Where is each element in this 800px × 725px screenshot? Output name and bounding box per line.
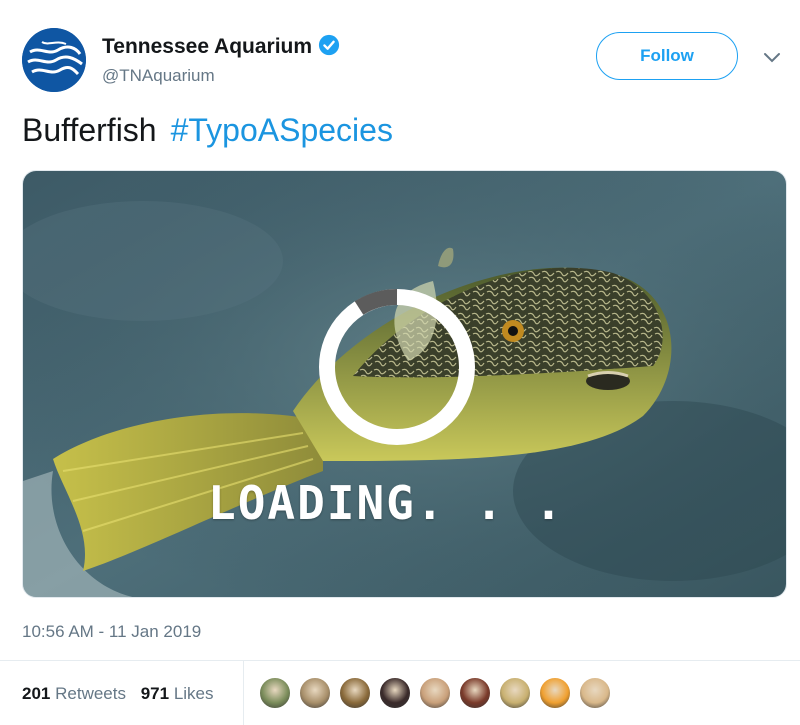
liker-avatar[interactable] (578, 676, 612, 710)
liker-avatar[interactable] (378, 676, 412, 710)
liker-avatar[interactable] (418, 676, 452, 710)
account-avatar[interactable] (22, 28, 86, 92)
loading-overlay-text: LOADING. . . (208, 476, 565, 530)
liker-avatar[interactable] (538, 676, 572, 710)
tweet-timestamp[interactable]: 10:56 AM - 11 Jan 2019 (22, 622, 201, 642)
liker-avatar[interactable] (258, 676, 292, 710)
liker-avatar[interactable] (298, 676, 332, 710)
hashtag-link[interactable]: #TypoASpecies (171, 112, 393, 148)
tweet-body: Bufferfish (22, 112, 157, 148)
likes-stat[interactable]: 971 Likes (141, 684, 214, 703)
retweets-count: 201 (22, 684, 51, 703)
chevron-down-icon[interactable] (762, 50, 782, 66)
liker-avatar[interactable] (458, 676, 492, 710)
likes-label: Likes (173, 684, 214, 703)
verified-badge-icon (318, 34, 340, 56)
tweet-header: Tennessee Aquarium @TNAquarium Follow (22, 28, 782, 92)
liker-avatar[interactable] (338, 676, 372, 710)
liker-avatar[interactable] (498, 676, 532, 710)
stats-separator (243, 660, 244, 725)
river-logo-icon (22, 28, 86, 92)
likes-count: 971 (140, 684, 170, 703)
account-name[interactable]: Tennessee Aquarium (102, 34, 340, 59)
retweets-stat[interactable]: 201 Retweets (22, 684, 126, 703)
tweet-media[interactable]: LOADING. . . (22, 170, 787, 598)
pufferfish-image (23, 171, 786, 597)
follow-button[interactable]: Follow (596, 32, 738, 80)
account-handle[interactable]: @TNAquarium (102, 66, 215, 86)
stats-divider (0, 660, 800, 661)
account-name-label: Tennessee Aquarium (102, 35, 313, 58)
tweet-text: Bufferfish #TypoASpecies (22, 112, 393, 149)
tweet-stats: 201 Retweets 971 Likes (22, 684, 224, 704)
retweets-label: Retweets (55, 684, 126, 703)
